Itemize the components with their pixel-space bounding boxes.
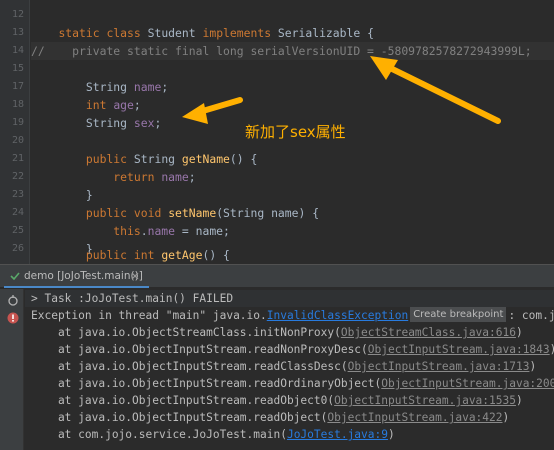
line-number: 24: [11, 207, 24, 218]
code-line-field-age: int age;: [85, 98, 141, 112]
stack-trace-link[interactable]: ObjectInputStream.java:2000: [381, 377, 554, 390]
line-number: 12: [11, 9, 24, 20]
line-number: 15: [11, 63, 24, 74]
run-tab[interactable]: demo [JoJoTest.main()]: [4, 265, 149, 288]
stack-trace-link[interactable]: ObjectStreamClass.java:616: [341, 326, 516, 339]
stack-trace-line: at com.jojo.service.JoJoTest.main(JoJoTe…: [31, 428, 395, 441]
code-line-return: return name;: [113, 170, 196, 184]
code-line-field-name: String name;: [85, 80, 169, 94]
stack-trace-line: at java.io.ObjectInputStream.readObject(…: [31, 411, 510, 424]
code-line-assign: this.name = name;: [113, 224, 230, 238]
stack-trace-link[interactable]: JoJoTest.java:9: [287, 428, 388, 441]
code-line-getname: public String getName() {: [85, 152, 258, 166]
exception-line: Exception in thread "main" java.io.Inval…: [31, 307, 554, 322]
line-number: 17: [11, 81, 24, 92]
line-number: 21: [11, 153, 24, 164]
stack-trace-line: at java.io.ObjectInputStream.readOrdinar…: [31, 375, 554, 392]
line-number: 14: [11, 45, 24, 56]
stack-trace-line: at java.io.ObjectInputStream.readClassDe…: [31, 360, 537, 373]
line-number: 18: [11, 99, 24, 110]
line-number: 22: [11, 171, 24, 182]
close-icon[interactable]: [130, 271, 140, 281]
stack-trace-link[interactable]: ObjectInputStream.java:1535: [334, 394, 516, 407]
line-number: 26: [11, 243, 24, 254]
line-number: 20: [11, 135, 24, 146]
line-number: 13: [11, 27, 24, 38]
code-line-serial-comment: // private static final long serialVersi…: [31, 42, 554, 60]
stack-trace-line: at java.io.ObjectInputStream.readObject0…: [31, 394, 523, 407]
create-breakpoint-hint[interactable]: Create breakpoint: [410, 307, 507, 322]
line-number: 25: [11, 225, 24, 236]
task-status-line: > Task :JoJoTest.main() FAILED: [25, 290, 554, 307]
code-line-close-brace: }: [85, 188, 93, 202]
stack-trace-line: at java.io.ObjectInputStream.readNonProx…: [31, 343, 554, 356]
line-number: 23: [11, 189, 24, 200]
code-line-setname: public void setName(String name) {: [85, 206, 320, 220]
annotation-label: 新加了sex属性: [245, 123, 346, 141]
code-line-getage: public int getAge() {: [85, 248, 230, 262]
run-tool-window-header: demo [JoJoTest.main()]: [0, 264, 554, 288]
code-line-class-decl: static class Student implements Serializ…: [58, 26, 374, 40]
stack-trace-line: at java.io.ObjectStreamClass.initNonProx…: [31, 326, 523, 339]
exception-class-link[interactable]: InvalidClassException: [267, 309, 408, 322]
run-tab-label: demo [JoJoTest.main()]: [24, 269, 143, 282]
run-config-icon: [10, 272, 20, 280]
code-editor[interactable]: 12 13 14 15 17 18 19 20 21 22 23 24 25 2…: [0, 0, 554, 264]
error-icon[interactable]: [6, 311, 20, 325]
line-number: 19: [11, 117, 24, 128]
stack-trace-link[interactable]: ObjectInputStream.java:422: [327, 411, 502, 424]
console-toolbar: [0, 289, 24, 450]
line-number-gutter: 12 13 14 15 17 18 19 20 21 22 23 24 25 2…: [0, 0, 30, 264]
stack-trace-link[interactable]: ObjectInputStream.java:1713: [348, 360, 530, 373]
console-output[interactable]: > Task :JoJoTest.main() FAILED Exception…: [25, 289, 554, 450]
stack-trace-link[interactable]: ObjectInputStream.java:1843: [368, 343, 550, 356]
debug-icon[interactable]: [6, 293, 20, 307]
